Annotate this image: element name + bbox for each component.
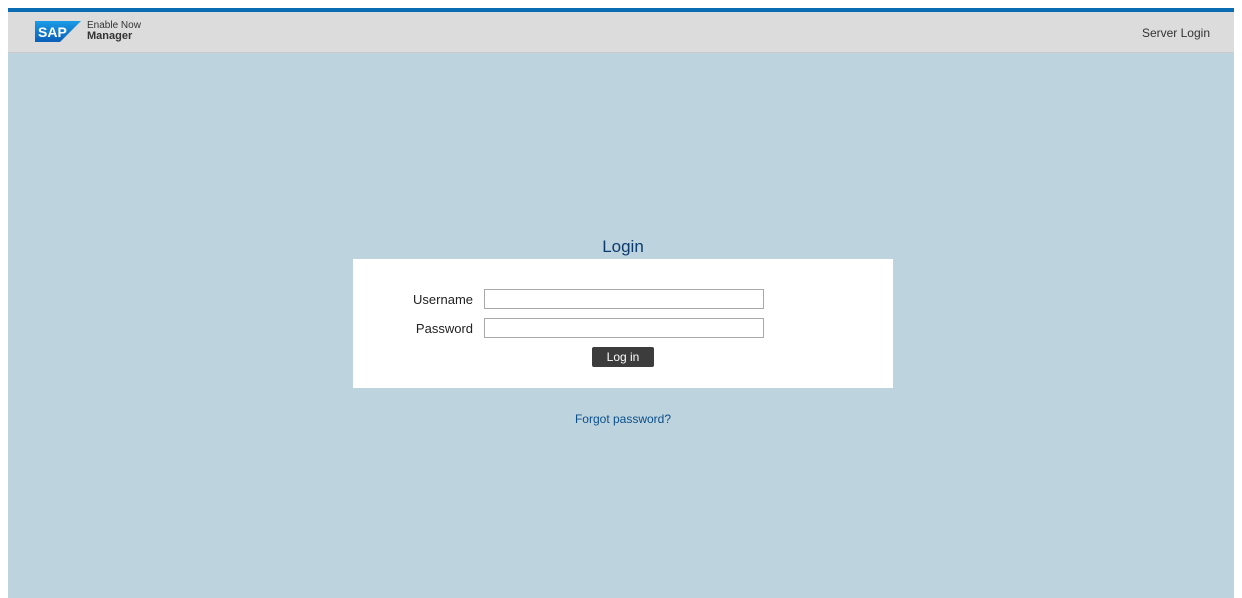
product-name-line2: Manager (87, 30, 133, 42)
username-label: Username (413, 292, 473, 307)
svg-text:SAP: SAP (38, 24, 67, 40)
sap-logo: SAP (35, 21, 81, 42)
login-button[interactable]: Log in (592, 347, 654, 367)
login-title: Login (602, 237, 644, 256)
login-panel: Username Password Log in (353, 259, 893, 388)
password-input[interactable] (484, 318, 764, 338)
header-bar: SAP Enable Now Manager Server Login (8, 12, 1234, 53)
app-window: SAP Enable Now Manager Server Login Logi… (8, 8, 1234, 598)
username-input[interactable] (484, 289, 764, 309)
password-label: Password (415, 321, 473, 336)
server-login-link[interactable]: Server Login (1142, 26, 1210, 40)
forgot-password-link[interactable]: Forgot password? (353, 412, 893, 426)
product-name: Enable Now Manager (87, 20, 141, 42)
